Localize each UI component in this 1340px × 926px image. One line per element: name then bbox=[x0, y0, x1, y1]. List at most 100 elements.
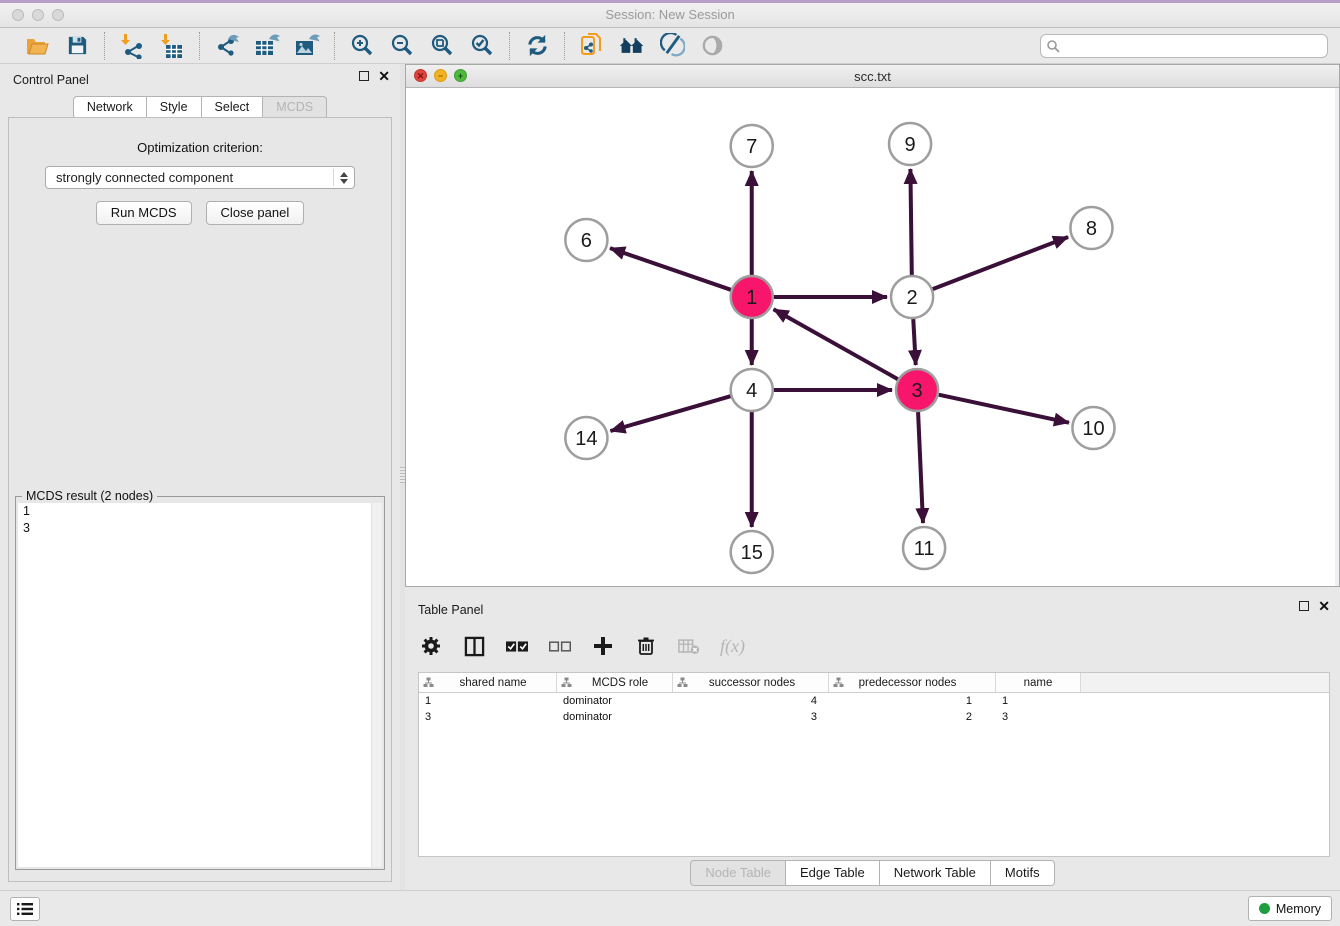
zoom-out-icon[interactable] bbox=[389, 33, 415, 59]
graph-node-15[interactable]: 15 bbox=[731, 531, 773, 573]
svg-text:8: 8 bbox=[1086, 218, 1097, 240]
tab-network[interactable]: Network bbox=[73, 96, 147, 119]
tab-mcds[interactable]: MCDS bbox=[263, 96, 327, 119]
network-window-titlebar[interactable]: ✕ − + scc.txt bbox=[406, 65, 1339, 88]
graph-node-8[interactable]: 8 bbox=[1070, 207, 1112, 249]
graph-node-6[interactable]: 6 bbox=[565, 219, 607, 261]
save-session-icon[interactable] bbox=[64, 33, 90, 59]
session-title: Session: New Session bbox=[0, 7, 1340, 22]
criterion-dropdown[interactable]: strongly connected component bbox=[45, 166, 355, 189]
network-canvas[interactable]: 7 9 6 8 1 2 4 3 14 10 15 11 bbox=[406, 88, 1339, 586]
tab-network-table[interactable]: Network Table bbox=[880, 860, 991, 886]
cell-predecessor-nodes[interactable]: 1 bbox=[829, 695, 996, 707]
graph-node-2[interactable]: 2 bbox=[891, 276, 933, 318]
list-icon bbox=[16, 902, 34, 916]
cell-shared-name[interactable]: 3 bbox=[419, 711, 557, 723]
deselect-all-icon[interactable] bbox=[548, 634, 572, 658]
home-icon[interactable] bbox=[619, 33, 645, 59]
cell-successor-nodes[interactable]: 4 bbox=[673, 695, 829, 707]
import-network-icon[interactable] bbox=[119, 33, 145, 59]
mcds-result-group: MCDS result (2 nodes) 1 3 bbox=[15, 496, 385, 870]
edge-3-10[interactable] bbox=[939, 395, 1069, 423]
close-panel-button[interactable]: Close panel bbox=[206, 201, 305, 225]
graph-node-10[interactable]: 10 bbox=[1072, 407, 1114, 449]
canvas-scroll-strip[interactable] bbox=[1335, 88, 1339, 586]
zoom-in-icon[interactable] bbox=[349, 33, 375, 59]
edge-2-8[interactable] bbox=[933, 237, 1068, 289]
graph-node-9[interactable]: 9 bbox=[889, 123, 931, 165]
export-table-icon[interactable] bbox=[254, 33, 280, 59]
close-table-panel-icon[interactable]: ✕ bbox=[1318, 601, 1330, 611]
cell-name[interactable]: 3 bbox=[996, 711, 1081, 723]
network-file-title: scc.txt bbox=[406, 69, 1339, 84]
column-header-successor-nodes[interactable]: successor nodes bbox=[673, 673, 829, 692]
table-settings-gear-icon[interactable] bbox=[419, 634, 443, 658]
cell-name[interactable]: 1 bbox=[996, 695, 1081, 707]
export-image-icon[interactable] bbox=[294, 33, 320, 59]
network-view-window: ✕ − + scc.txt 7 9 6 8 1 2 4 3 14 10 15 11 bbox=[405, 64, 1340, 587]
result-scrollbar[interactable] bbox=[371, 503, 382, 867]
column-header-predecessor-nodes[interactable]: predecessor nodes bbox=[829, 673, 996, 692]
cell-shared-name[interactable]: 1 bbox=[419, 695, 557, 707]
apply-style-icon[interactable] bbox=[659, 33, 685, 59]
edge-1-6[interactable] bbox=[610, 248, 731, 290]
tab-style[interactable]: Style bbox=[147, 96, 202, 119]
search-input[interactable] bbox=[1040, 34, 1328, 58]
column-header-mcds-role[interactable]: MCDS role bbox=[557, 673, 673, 692]
clone-network-icon[interactable] bbox=[579, 33, 605, 59]
graph-node-1[interactable]: 1 bbox=[731, 276, 773, 318]
svg-text:11: 11 bbox=[914, 538, 935, 560]
refresh-icon[interactable] bbox=[524, 33, 550, 59]
show-columns-icon[interactable] bbox=[462, 634, 486, 658]
import-table-icon[interactable] bbox=[159, 33, 185, 59]
cell-mcds-role[interactable]: dominator bbox=[557, 711, 673, 723]
task-history-button[interactable] bbox=[10, 897, 40, 921]
table-row[interactable]: 3 dominator 3 2 3 bbox=[419, 709, 1329, 725]
zoom-fit-icon[interactable] bbox=[429, 33, 455, 59]
select-all-icon[interactable] bbox=[505, 634, 529, 658]
float-table-panel-icon[interactable] bbox=[1299, 601, 1309, 611]
edge-2-3[interactable] bbox=[913, 319, 915, 365]
memory-button[interactable]: Memory bbox=[1248, 896, 1332, 921]
sort-hierarchy-icon bbox=[423, 677, 434, 688]
tab-node-table[interactable]: Node Table bbox=[690, 860, 786, 886]
tab-edge-table[interactable]: Edge Table bbox=[786, 860, 880, 886]
node-table[interactable]: shared name MCDS role successor nodes pr… bbox=[418, 672, 1330, 857]
edge-2-9[interactable] bbox=[910, 169, 911, 275]
column-header-name[interactable]: name bbox=[996, 673, 1081, 692]
export-network-icon[interactable] bbox=[214, 33, 240, 59]
cell-predecessor-nodes[interactable]: 2 bbox=[829, 711, 996, 723]
application-window: Session: New Session bbox=[0, 0, 1340, 926]
cell-mcds-role[interactable]: dominator bbox=[557, 695, 673, 707]
mcds-result-textarea[interactable]: 1 3 bbox=[18, 503, 382, 867]
graph-node-4[interactable]: 4 bbox=[731, 369, 773, 411]
graph-node-3[interactable]: 3 bbox=[896, 369, 938, 411]
svg-text:2: 2 bbox=[907, 287, 918, 309]
edge-3-1[interactable] bbox=[774, 309, 898, 379]
close-panel-icon[interactable]: ✕ bbox=[378, 71, 390, 81]
show-hide-icon[interactable] bbox=[699, 33, 725, 59]
mcds-result-line: 3 bbox=[18, 520, 382, 537]
table-row[interactable]: 1 dominator 4 1 1 bbox=[419, 693, 1329, 709]
tab-select[interactable]: Select bbox=[202, 96, 264, 119]
tab-motifs[interactable]: Motifs bbox=[991, 860, 1055, 886]
svg-text:14: 14 bbox=[575, 428, 597, 450]
add-column-icon[interactable] bbox=[591, 634, 615, 658]
svg-text:1: 1 bbox=[746, 287, 757, 309]
edge-3-11[interactable] bbox=[918, 412, 923, 523]
delete-column-icon[interactable] bbox=[634, 634, 658, 658]
graph-node-11[interactable]: 11 bbox=[903, 527, 945, 569]
graph-node-14[interactable]: 14 bbox=[565, 417, 607, 459]
edge-4-14[interactable] bbox=[610, 396, 730, 431]
cell-successor-nodes[interactable]: 3 bbox=[673, 711, 829, 723]
zoom-selected-icon[interactable] bbox=[469, 33, 495, 59]
mcds-result-line: 1 bbox=[18, 503, 382, 520]
column-header-shared-name[interactable]: shared name bbox=[419, 673, 557, 692]
open-session-icon[interactable] bbox=[24, 33, 50, 59]
svg-text:10: 10 bbox=[1082, 418, 1104, 440]
graph-node-7[interactable]: 7 bbox=[731, 125, 773, 167]
run-mcds-button[interactable]: Run MCDS bbox=[96, 201, 192, 225]
header-filler bbox=[1081, 673, 1329, 692]
criterion-dropdown-value: strongly connected component bbox=[56, 170, 333, 185]
float-panel-icon[interactable] bbox=[359, 71, 369, 81]
